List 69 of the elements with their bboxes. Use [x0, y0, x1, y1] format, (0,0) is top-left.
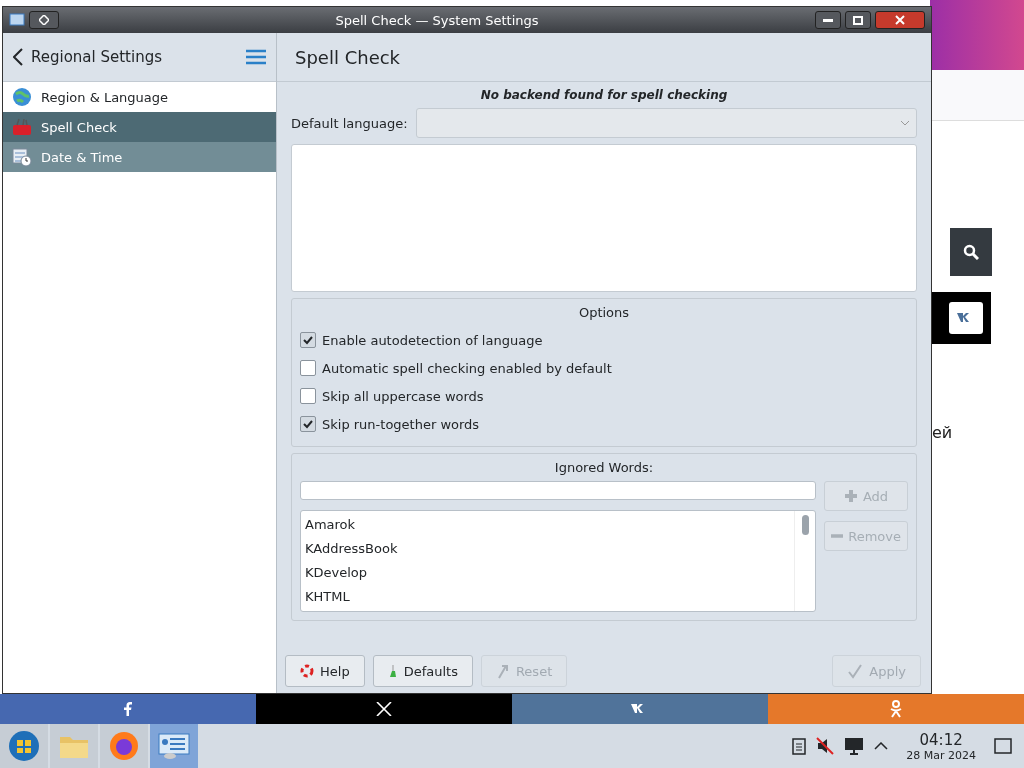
checkbox-option[interactable]: Skip all uppercase words [300, 382, 908, 410]
diamond-icon [39, 15, 49, 25]
footer-button[interactable]: Help [285, 655, 365, 687]
clipboard-icon[interactable] [792, 737, 807, 755]
checkbox-option[interactable]: Skip run-together words [300, 410, 908, 438]
list-item[interactable]: Amarok [305, 513, 790, 537]
browser-icon [109, 731, 139, 761]
word-input[interactable] [300, 481, 816, 500]
close-button[interactable] [875, 11, 925, 29]
checkbox[interactable] [300, 416, 316, 432]
checkbox[interactable] [300, 360, 316, 376]
menu-icon [246, 49, 266, 65]
window-menu-button[interactable] [29, 11, 59, 29]
taskbar-app[interactable] [150, 724, 198, 768]
scroll-thumb[interactable] [801, 515, 809, 535]
checkbox-option[interactable]: Automatic spell checking enabled by default [300, 354, 908, 382]
notice-text: No backend found for spell checking [479, 88, 729, 102]
field-label: Default language: [291, 115, 408, 131]
minus-icon [831, 533, 844, 539]
start-orb-icon [8, 730, 40, 762]
caret-up-icon[interactable] [874, 742, 889, 750]
check-icon [303, 335, 313, 345]
checkbox-option[interactable]: Enable autodetection of language [300, 326, 908, 354]
taskbar-app[interactable] [100, 724, 148, 768]
maximize-icon [853, 15, 863, 25]
checkbox[interactable] [300, 388, 316, 404]
chevron-down-icon [900, 120, 910, 126]
sidebar-item[interactable]: Date & Time [3, 142, 276, 172]
arrow-icon [495, 663, 510, 679]
minimize-button[interactable] [815, 11, 841, 29]
x-logo-icon [376, 702, 392, 716]
toolbox-icon [11, 116, 33, 138]
lifebuoy-icon [300, 664, 314, 678]
settings-icon [158, 732, 190, 760]
search-icon [963, 244, 979, 260]
search-button[interactable] [950, 228, 992, 276]
vk-button[interactable] [949, 302, 983, 334]
checkmark-icon [847, 663, 864, 679]
page-title: Spell Check [295, 46, 401, 68]
checkbox[interactable] [300, 332, 316, 348]
menu-button[interactable] [246, 49, 266, 65]
list-item[interactable]: KDevelop [305, 561, 790, 585]
check-icon [303, 419, 313, 429]
app-icon [9, 12, 25, 28]
monitor-icon[interactable] [844, 737, 865, 755]
group-title: Ignored Words: [553, 460, 655, 475]
muted-speaker-icon[interactable] [816, 737, 835, 755]
sidebar-title: Regional Settings [31, 48, 163, 66]
person-logo-icon [889, 700, 903, 718]
back-icon [13, 48, 23, 66]
calendar-clock-icon [11, 146, 33, 168]
taskbar-app[interactable] [0, 724, 48, 768]
close-icon [895, 15, 905, 25]
sidebar-item[interactable]: Spell Check [3, 112, 276, 142]
facebook-icon [124, 702, 132, 716]
page-text: ей [932, 423, 953, 442]
list-item[interactable]: KAddressBook [305, 537, 790, 561]
back-button[interactable] [13, 48, 23, 66]
show-desktop-icon[interactable] [994, 738, 1012, 754]
maximize-button[interactable] [845, 11, 871, 29]
clock[interactable]: 04:12 28 Mar 2024 [906, 730, 976, 762]
window-title: Spell Check — System Settings [334, 12, 540, 28]
plus-icon [843, 489, 858, 503]
list-item[interactable]: KHTML [305, 585, 790, 609]
minimize-icon [823, 18, 833, 22]
broom-icon [387, 664, 398, 678]
group-title: Options [577, 305, 631, 320]
footer-button[interactable]: Defaults [372, 655, 473, 687]
globe-icon [11, 86, 33, 108]
